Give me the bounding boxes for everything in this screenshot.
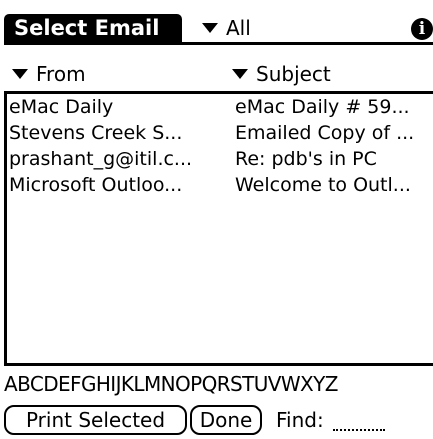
- list-item-subject: Re: pdb's in PC: [235, 148, 377, 170]
- list-item[interactable]: eMac Daily eMac Daily # 59...: [7, 94, 433, 120]
- app-title: Select Email: [4, 14, 182, 43]
- alphabet-index[interactable]: ABCDEFGHIJKLMNOPQRSTUVWXYZ: [4, 369, 433, 399]
- list-item[interactable]: prashant_g@itil.c... Re: pdb's in PC: [7, 146, 433, 172]
- find-label: Find:: [276, 408, 324, 432]
- email-list[interactable]: eMac Daily eMac Daily # 59... Stevens Cr…: [4, 91, 433, 366]
- triangle-down-icon: [202, 23, 218, 33]
- list-item-from: Stevens Creek S...: [9, 122, 183, 144]
- print-selected-button[interactable]: Print Selected: [4, 405, 187, 435]
- column-header-from-label: From: [36, 62, 86, 86]
- title-bar: Select Email All i: [0, 0, 433, 45]
- triangle-down-icon: [232, 69, 248, 79]
- list-item-from: eMac Daily: [9, 96, 114, 118]
- column-header-subject[interactable]: Subject: [232, 60, 331, 88]
- column-header-subject-label: Subject: [256, 62, 331, 86]
- list-item-from: prashant_g@itil.c...: [9, 148, 193, 170]
- done-button[interactable]: Done: [190, 405, 262, 435]
- list-item[interactable]: Stevens Creek S... Emailed Copy of ...: [7, 120, 433, 146]
- find-field[interactable]: [333, 415, 385, 431]
- category-popup-trigger[interactable]: All: [202, 14, 251, 42]
- list-item-subject: Welcome to Outl...: [235, 174, 411, 196]
- triangle-down-icon: [12, 69, 28, 79]
- column-header-from[interactable]: From: [12, 60, 86, 88]
- title-rule: [4, 42, 433, 45]
- list-item-from: Microsoft Outloo...: [9, 174, 183, 196]
- info-icon[interactable]: i: [411, 18, 433, 40]
- list-item-subject: Emailed Copy of ...: [235, 122, 415, 144]
- list-item[interactable]: Microsoft Outloo... Welcome to Outl...: [7, 172, 433, 198]
- category-label: All: [226, 16, 251, 40]
- list-item-subject: eMac Daily # 59...: [235, 96, 410, 118]
